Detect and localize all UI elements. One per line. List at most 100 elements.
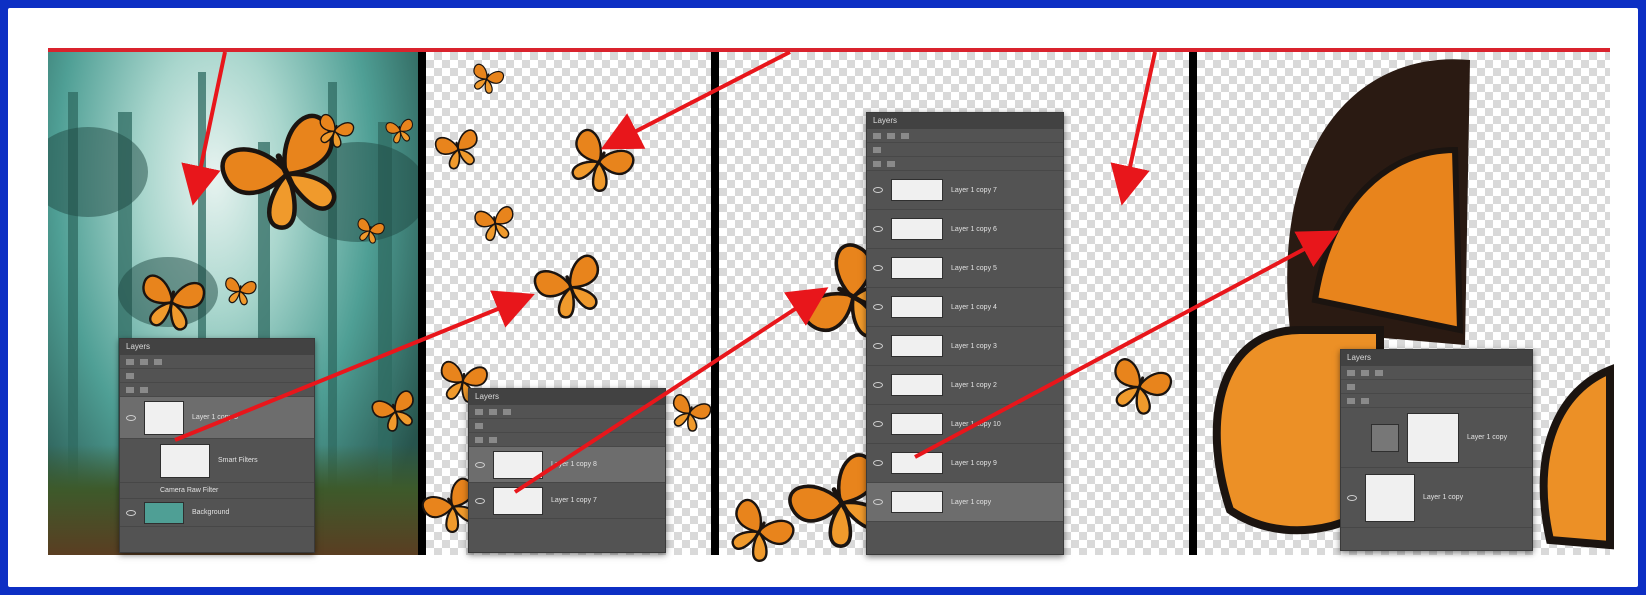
lock-icon[interactable] <box>126 386 134 393</box>
panel-separator <box>711 52 719 555</box>
layer-thumbnail <box>144 501 184 524</box>
layer-name: Layer 1 copy 3 <box>951 342 997 350</box>
layers-lock-row[interactable] <box>120 383 314 397</box>
filter-icon[interactable] <box>126 358 134 365</box>
filter-icon[interactable] <box>1375 369 1383 376</box>
filter-mask-thumbnail <box>160 443 210 478</box>
layer-row[interactable]: Layer 1 copy 8 <box>469 447 665 483</box>
layer-thumbnail <box>891 218 943 240</box>
layer-row[interactable]: Layer 1 copy 2 <box>867 366 1063 405</box>
layer-row[interactable]: Layer 1 copy 4 <box>867 288 1063 327</box>
filter-icon[interactable] <box>873 132 881 139</box>
eye-icon[interactable] <box>873 265 883 271</box>
layers-panel-1[interactable]: Layers Layer 1 copy 8 Smart Filters Came… <box>119 338 315 553</box>
eye-icon[interactable] <box>873 187 883 193</box>
layer-row[interactable]: Layer 1 copy 10 <box>867 405 1063 444</box>
layers-panel-3[interactable]: Layers Layer 1 copy 7 Layer 1 copy 6 Layer… <box>866 112 1064 555</box>
layers-lock-row[interactable] <box>469 433 665 447</box>
eye-icon[interactable] <box>126 509 136 516</box>
lock-icon[interactable] <box>887 160 895 167</box>
layer-name: Layer 1 copy 8 <box>551 461 597 468</box>
layers-blend-row[interactable] <box>120 369 314 383</box>
layer-row[interactable]: Background <box>120 499 314 527</box>
layer-row[interactable]: Layer 1 copy 7 <box>469 483 665 519</box>
layers-blend-row[interactable] <box>867 143 1063 157</box>
layer-name: Layer 1 copy 5 <box>951 264 997 272</box>
filter-icon[interactable] <box>475 408 483 415</box>
filter-icon[interactable] <box>503 408 511 415</box>
layer-name: Layer 1 copy <box>1467 434 1508 441</box>
filter-icon[interactable] <box>140 358 148 365</box>
layer-name: Smart Filters <box>218 457 258 464</box>
layers-filter-row[interactable] <box>120 355 314 369</box>
layers-lock-row[interactable] <box>867 157 1063 171</box>
eye-icon[interactable] <box>475 497 485 504</box>
filter-icon[interactable] <box>154 358 162 365</box>
layers-panel-2[interactable]: Layers Layer 1 copy 8 Layer 1 copy 7 <box>468 388 666 553</box>
blend-mode-icon[interactable] <box>126 372 134 379</box>
eye-icon[interactable] <box>475 461 485 468</box>
layer-row[interactable]: Camera Raw Filter <box>120 483 314 499</box>
mask-thumbnail <box>1407 412 1459 463</box>
layer-thumbnail <box>891 413 943 435</box>
lock-icon[interactable] <box>489 436 497 443</box>
layer-row[interactable]: Layer 1 copy <box>867 483 1063 522</box>
layer-name: Layer 1 copy 4 <box>951 303 997 311</box>
layer-row[interactable]: Layer 1 copy 5 <box>867 249 1063 288</box>
lock-icon[interactable] <box>475 436 483 443</box>
layers-blend-row[interactable] <box>1341 380 1532 394</box>
lock-icon[interactable] <box>140 386 148 393</box>
layers-filter-row[interactable] <box>867 129 1063 143</box>
layer-name: Layer 1 copy 9 <box>951 459 997 467</box>
eye-icon[interactable] <box>873 226 883 232</box>
layer-name: Layer 1 copy 7 <box>551 497 597 504</box>
layer-row[interactable]: Layer 1 copy 3 <box>867 327 1063 366</box>
layers-panel-4[interactable]: Layers Layer 1 copy Layer 1 copy <box>1340 349 1533 551</box>
layer-row[interactable]: Layer 1 copy 6 <box>867 210 1063 249</box>
layer-thumbnail <box>891 257 943 279</box>
layer-thumbnail <box>891 335 943 357</box>
blend-mode-icon[interactable] <box>1347 383 1355 390</box>
panel-separator <box>1189 52 1197 555</box>
filter-icon[interactable] <box>1347 369 1355 376</box>
layer-row[interactable]: Smart Filters <box>120 439 314 483</box>
eye-icon[interactable] <box>873 382 883 388</box>
filter-icon[interactable] <box>901 132 909 139</box>
layers-lock-row[interactable] <box>1341 394 1532 408</box>
layer-row[interactable]: Layer 1 copy 8 <box>120 397 314 439</box>
filter-icon[interactable] <box>887 132 895 139</box>
lock-icon[interactable] <box>1361 397 1369 404</box>
filter-icon[interactable] <box>489 408 497 415</box>
lock-icon[interactable] <box>1347 397 1355 404</box>
filter-icon[interactable] <box>1361 369 1369 376</box>
eye-icon[interactable] <box>873 421 883 427</box>
layer-name: Layer 1 copy 8 <box>192 414 238 421</box>
layer-row[interactable]: Layer 1 copy <box>1341 408 1532 468</box>
blend-mode-icon[interactable] <box>873 146 881 153</box>
layer-name: Layer 1 copy 6 <box>951 225 997 233</box>
eye-icon[interactable] <box>873 460 883 466</box>
eye-icon[interactable] <box>873 304 883 310</box>
layers-panel-title: Layers <box>120 339 314 355</box>
layer-row[interactable]: Layer 1 copy <box>1341 468 1532 528</box>
layers-filter-row[interactable] <box>469 405 665 419</box>
eye-icon[interactable] <box>873 499 883 505</box>
layer-name: Layer 1 copy 7 <box>951 186 997 194</box>
layer-thumbnail <box>1365 473 1415 522</box>
eye-icon[interactable] <box>873 343 883 349</box>
layer-thumbnail <box>144 400 184 435</box>
layer-row[interactable]: Layer 1 copy 7 <box>867 171 1063 210</box>
layers-panel-title: Layers <box>469 389 665 405</box>
layers-panel-title: Layers <box>1341 350 1532 366</box>
layers-blend-row[interactable] <box>469 419 665 433</box>
layer-row[interactable]: Layer 1 copy 9 <box>867 444 1063 483</box>
layer-name: Layer 1 copy 2 <box>951 381 997 389</box>
layer-name: Background <box>192 509 230 516</box>
layer-thumbnail <box>1371 423 1399 452</box>
layers-filter-row[interactable] <box>1341 366 1532 380</box>
blend-mode-icon[interactable] <box>475 422 483 429</box>
lock-icon[interactable] <box>873 160 881 167</box>
layer-thumbnail <box>891 179 943 201</box>
eye-icon[interactable] <box>1347 494 1357 501</box>
eye-icon[interactable] <box>126 414 136 421</box>
